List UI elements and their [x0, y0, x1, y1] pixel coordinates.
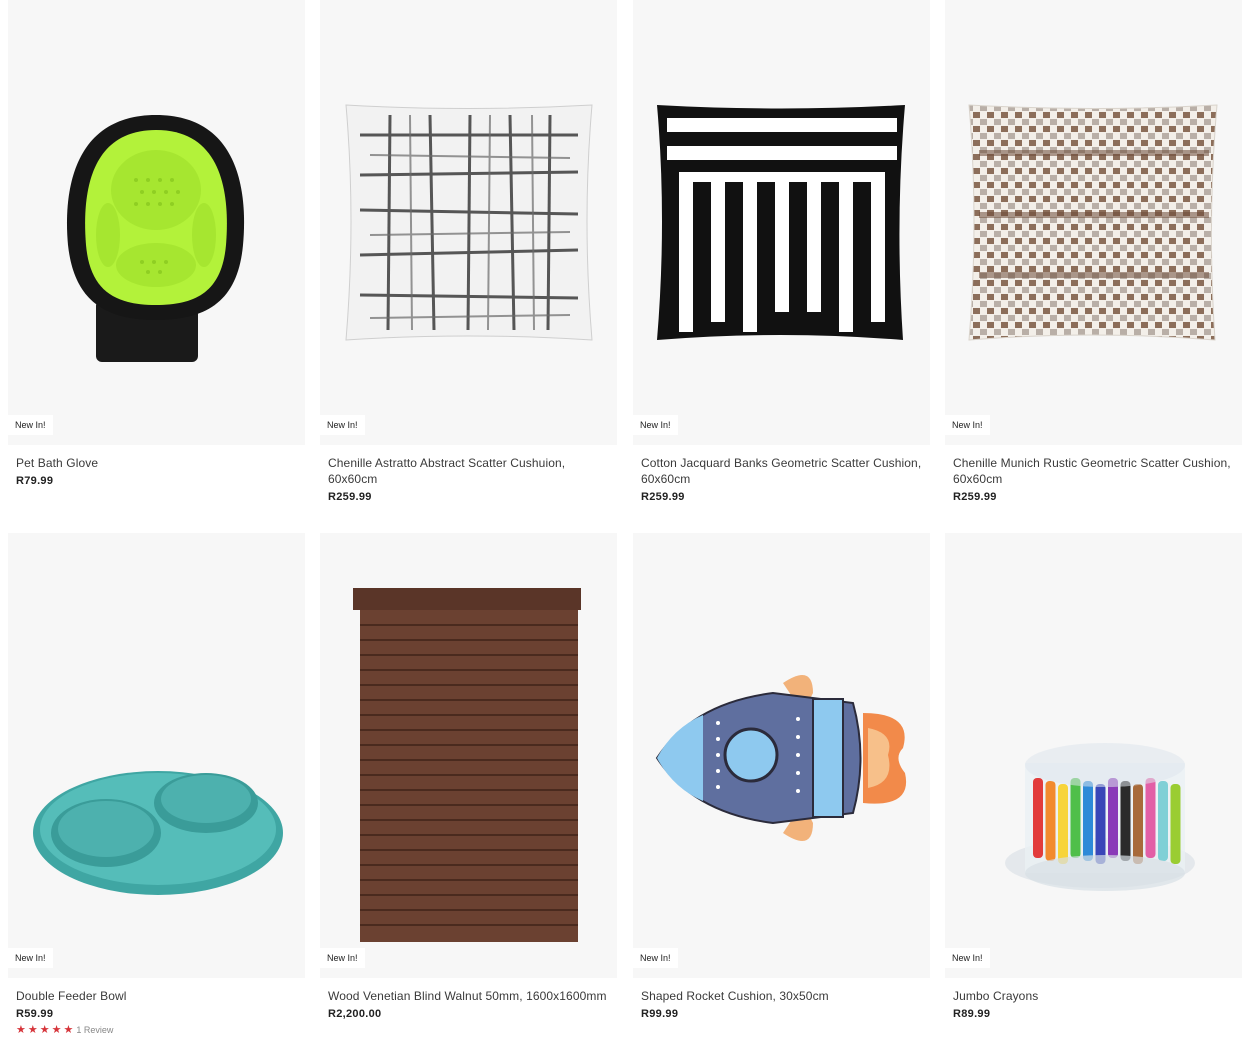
- crayon: [1095, 784, 1106, 864]
- product-image[interactable]: New In!: [8, 0, 305, 445]
- feeder-bowl-image: [33, 771, 283, 895]
- product-price: R59.99: [16, 1008, 54, 1020]
- product-card[interactable]: New In! Shaped Rocket Cushion, 30x50cm R…: [633, 533, 930, 1020]
- product-grid: New In! Pet Bath Glove R79.99 New In! Ch…: [0, 0, 1250, 1052]
- product-price: R2,200.00: [328, 1008, 382, 1020]
- star-icon: ★: [27, 1024, 38, 1036]
- product-name[interactable]: Chenille Astratto Abstract Scatter Cushu…: [320, 455, 617, 487]
- crayon: [1033, 778, 1043, 858]
- product-card[interactable]: New In! Wood Venetian Blind Walnut 50mm,…: [320, 533, 617, 1020]
- product-price: R259.99: [953, 491, 997, 503]
- rustic-cushion-image: [968, 104, 1218, 341]
- product-name[interactable]: Pet Bath Glove: [8, 455, 305, 471]
- crayon: [1120, 781, 1131, 861]
- product-price: R259.99: [328, 491, 372, 503]
- product-card[interactable]: New In! Pet Bath Glove R79.99: [8, 0, 305, 487]
- crayon: [1045, 781, 1056, 861]
- review-count[interactable]: 1 Review: [76, 1025, 113, 1035]
- product-image[interactable]: New In!: [945, 0, 1242, 445]
- product-image[interactable]: New In!: [633, 0, 930, 445]
- rocket-cushion-image: [655, 675, 907, 841]
- new-in-badge: New In!: [8, 415, 53, 435]
- crayon: [1133, 784, 1143, 864]
- crayon: [1158, 781, 1168, 861]
- new-in-badge: New In!: [320, 948, 365, 968]
- pet-bath-glove-image: [66, 115, 245, 362]
- crayon: [1108, 778, 1118, 858]
- product-name[interactable]: Wood Venetian Blind Walnut 50mm, 1600x16…: [320, 988, 617, 1004]
- product-rating[interactable]: ★ ★ ★ ★ ★ 1 Review: [8, 1024, 305, 1036]
- star-icon: ★: [39, 1024, 50, 1036]
- product-card[interactable]: New In! Double Feeder Bowl R59.99 ★ ★ ★ …: [8, 533, 305, 1036]
- product-image[interactable]: New In!: [320, 0, 617, 445]
- product-image[interactable]: New In!: [945, 533, 1242, 978]
- new-in-badge: New In!: [320, 415, 365, 435]
- product-name[interactable]: Jumbo Crayons: [945, 988, 1242, 1004]
- product-price: R79.99: [16, 475, 54, 487]
- abstract-cushion-image: [345, 104, 593, 341]
- geometric-cushion-image: [657, 105, 905, 340]
- crayon: [1058, 784, 1068, 864]
- star-icon: ★: [63, 1024, 74, 1036]
- product-image[interactable]: New In!: [8, 533, 305, 978]
- crayons-image: [1005, 743, 1195, 891]
- product-card[interactable]: New In! Chenille Munich Rustic Geometric…: [945, 0, 1242, 503]
- product-image[interactable]: New In!: [320, 533, 617, 978]
- product-name[interactable]: Shaped Rocket Cushion, 30x50cm: [633, 988, 930, 1004]
- crayon: [1070, 778, 1081, 858]
- new-in-badge: New In!: [633, 948, 678, 968]
- star-icon: ★: [51, 1024, 62, 1036]
- product-name[interactable]: Cotton Jacquard Banks Geometric Scatter …: [633, 455, 930, 487]
- product-image[interactable]: New In!: [633, 533, 930, 978]
- new-in-badge: New In!: [945, 415, 990, 435]
- product-price: R89.99: [953, 1008, 991, 1020]
- crayon: [1145, 778, 1156, 858]
- crayon: [1170, 784, 1181, 864]
- venetian-blind-image: [353, 588, 581, 942]
- product-card[interactable]: New In! Chenille Astratto Abstract Scatt…: [320, 0, 617, 503]
- product-name[interactable]: Double Feeder Bowl: [8, 988, 305, 1004]
- star-icon: ★: [16, 1024, 26, 1036]
- crayon: [1083, 781, 1093, 861]
- product-card[interactable]: New In! Jumbo Crayons R89.99: [945, 533, 1242, 1020]
- product-name[interactable]: Chenille Munich Rustic Geometric Scatter…: [945, 455, 1242, 487]
- product-price: R99.99: [641, 1008, 679, 1020]
- new-in-badge: New In!: [633, 415, 678, 435]
- new-in-badge: New In!: [945, 948, 990, 968]
- new-in-badge: New In!: [8, 948, 53, 968]
- product-price: R259.99: [641, 491, 685, 503]
- product-card[interactable]: New In! Cotton Jacquard Banks Geometric …: [633, 0, 930, 503]
